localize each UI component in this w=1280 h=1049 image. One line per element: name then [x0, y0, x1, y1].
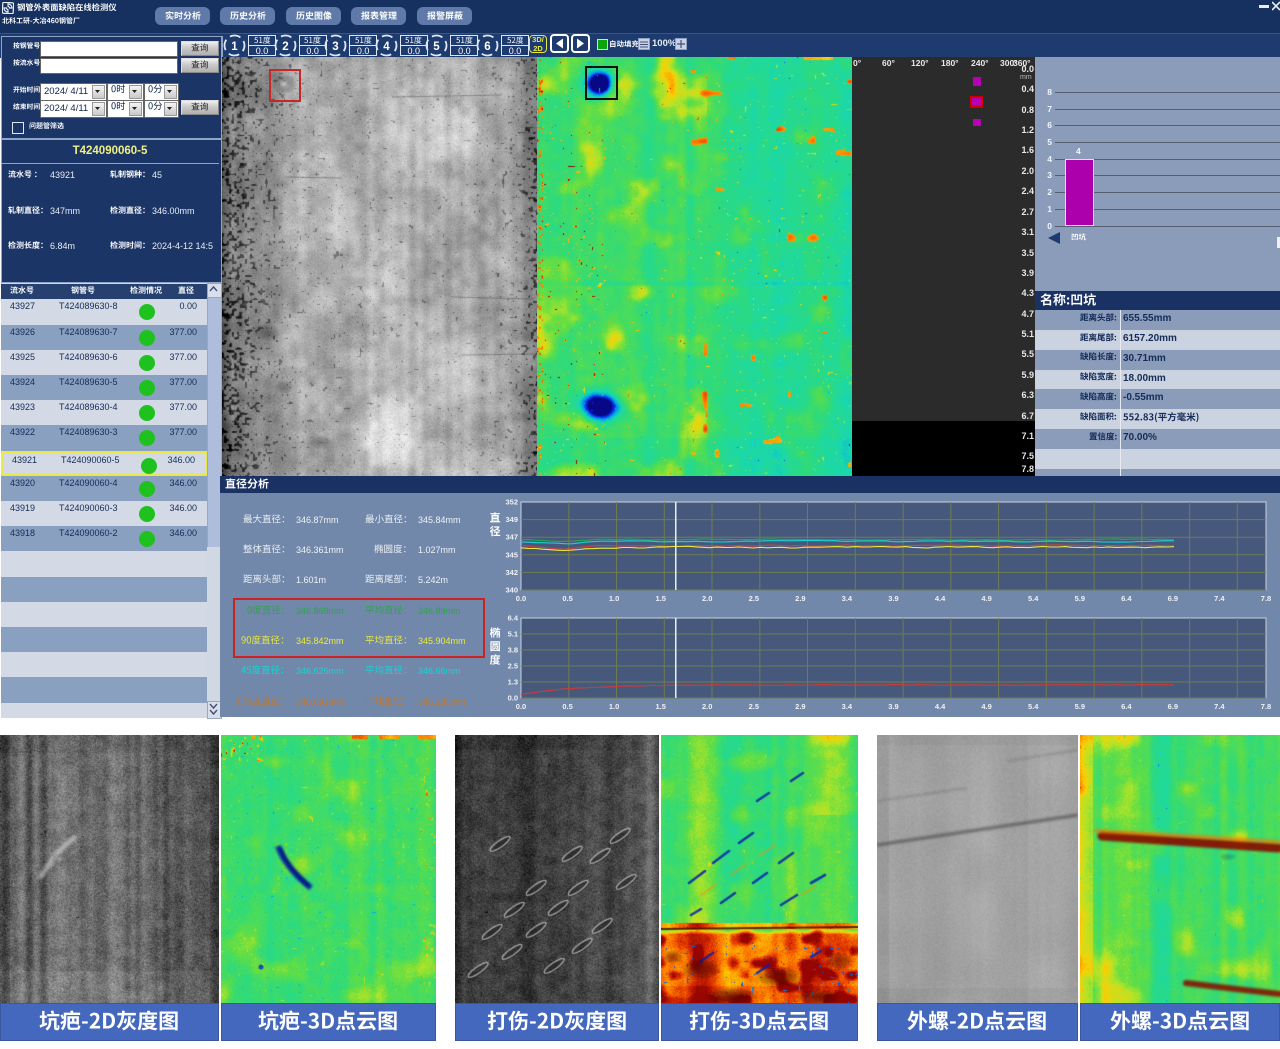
svg-text:6.9: 6.9	[1168, 702, 1178, 711]
svg-text:6.4: 6.4	[1121, 594, 1132, 603]
svg-text:7.4: 7.4	[1214, 702, 1225, 711]
svg-text:352: 352	[505, 498, 518, 507]
svg-text:6.9: 6.9	[1168, 594, 1178, 603]
svg-text:6.4: 6.4	[508, 614, 519, 623]
svg-text:1.0: 1.0	[609, 702, 619, 711]
svg-text:347: 347	[505, 533, 518, 542]
svg-text:2: 2	[282, 41, 288, 53]
svg-text:1.3: 1.3	[508, 678, 518, 687]
svg-text:6.4: 6.4	[1121, 702, 1132, 711]
svg-text:1: 1	[231, 41, 238, 53]
svg-text:7.4: 7.4	[1214, 594, 1225, 603]
svg-text:0.0: 0.0	[508, 694, 518, 703]
svg-text:2.5: 2.5	[749, 702, 759, 711]
svg-text:7.8: 7.8	[1261, 594, 1271, 603]
svg-text:5.4: 5.4	[1028, 594, 1039, 603]
svg-text:4.4: 4.4	[935, 702, 946, 711]
svg-text:2.0: 2.0	[702, 702, 712, 711]
svg-text:342: 342	[505, 568, 518, 577]
svg-text:0.0: 0.0	[516, 594, 526, 603]
svg-text:4.9: 4.9	[981, 594, 991, 603]
svg-text:2.5: 2.5	[749, 594, 759, 603]
svg-text:5.4: 5.4	[1028, 702, 1039, 711]
svg-text:5: 5	[434, 41, 441, 53]
svg-text:2.9: 2.9	[795, 702, 805, 711]
svg-text:1.5: 1.5	[655, 702, 665, 711]
svg-text:4: 4	[383, 41, 390, 53]
svg-text:3.9: 3.9	[888, 702, 898, 711]
svg-text:4.9: 4.9	[981, 702, 991, 711]
svg-text:3.4: 3.4	[842, 702, 853, 711]
svg-text:0.5: 0.5	[562, 702, 572, 711]
svg-text:7.8: 7.8	[1261, 702, 1271, 711]
svg-text:5.9: 5.9	[1075, 702, 1085, 711]
svg-text:5.9: 5.9	[1075, 594, 1085, 603]
svg-text:349: 349	[505, 515, 518, 524]
svg-text:2.9: 2.9	[795, 594, 805, 603]
svg-text:3.8: 3.8	[508, 646, 518, 655]
svg-text:3.9: 3.9	[888, 594, 898, 603]
svg-text:4.4: 4.4	[935, 594, 946, 603]
svg-text:6: 6	[484, 41, 490, 53]
svg-text:345: 345	[505, 550, 518, 559]
svg-text:1.5: 1.5	[655, 594, 665, 603]
svg-text:5.1: 5.1	[508, 630, 518, 639]
svg-text:3: 3	[332, 41, 338, 53]
svg-text:2.0: 2.0	[702, 594, 712, 603]
svg-text:3.4: 3.4	[842, 594, 853, 603]
svg-text:1.0: 1.0	[609, 594, 619, 603]
svg-text:2.5: 2.5	[508, 662, 518, 671]
svg-text:0.0: 0.0	[516, 702, 526, 711]
svg-text:0.5: 0.5	[562, 594, 572, 603]
